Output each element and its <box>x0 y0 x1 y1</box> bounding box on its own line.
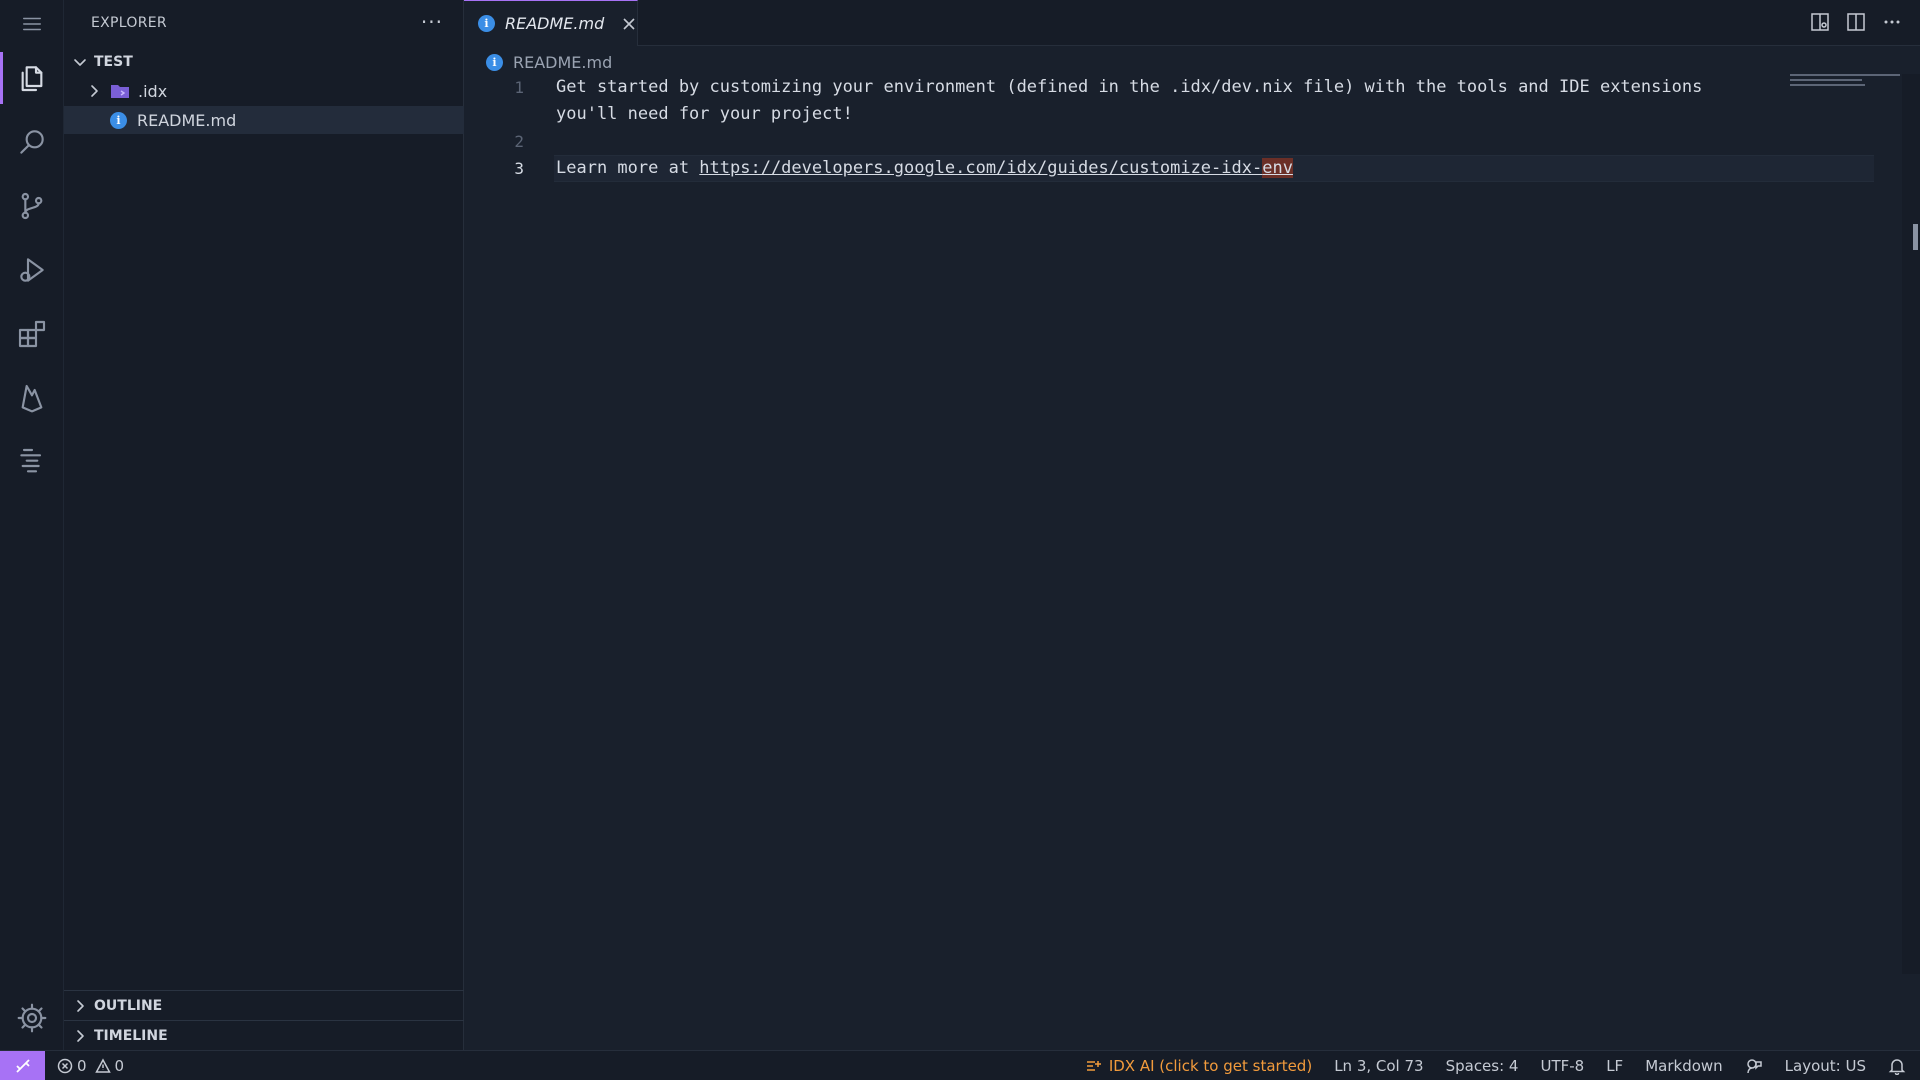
editor-line-wrapped: you'll need for your project! <box>464 101 1784 128</box>
problems-indicator[interactable]: 0 0 <box>57 1057 124 1075</box>
close-icon[interactable] <box>622 17 636 31</box>
files-icon <box>21 66 43 92</box>
keyboard-layout[interactable]: Layout: US <box>1785 1057 1866 1075</box>
activity-bar <box>0 0 64 1050</box>
end-of-line[interactable]: LF <box>1606 1057 1623 1075</box>
folder-icon <box>111 85 129 98</box>
info-file-icon: i <box>478 15 495 32</box>
info-file-icon: i <box>110 111 127 129</box>
tree-root-folder[interactable]: TEST <box>64 48 464 76</box>
panel-outline-label: OUTLINE <box>94 997 163 1014</box>
tab-label: README.md <box>505 14 605 33</box>
feedback-icon[interactable] <box>1745 1057 1763 1075</box>
more-actions-icon[interactable] <box>1882 12 1902 32</box>
chevron-right-icon <box>77 999 84 1012</box>
cursor-position[interactable]: Ln 3, Col 73 <box>1334 1057 1423 1075</box>
extensions-icon <box>18 320 46 348</box>
sidebar-title: EXPLORER <box>91 15 167 31</box>
gear-icon <box>17 1003 47 1033</box>
activity-source-control[interactable] <box>0 174 64 238</box>
chevron-right-icon <box>91 85 98 97</box>
encoding[interactable]: UTF-8 <box>1540 1057 1584 1075</box>
activity-explorer[interactable] <box>0 46 64 110</box>
indentation[interactable]: Spaces: 4 <box>1446 1057 1519 1075</box>
sidebar-header: EXPLORER ··· <box>64 0 463 46</box>
firebase-icon <box>21 384 43 413</box>
tree-item-label: .idx <box>138 81 168 101</box>
menu-button[interactable] <box>0 0 64 48</box>
remote-icon <box>15 1058 30 1073</box>
source-control-icon <box>21 192 43 220</box>
open-preview-icon[interactable] <box>1810 12 1830 32</box>
idx-ai-label: IDX AI (click to get started) <box>1108 1057 1313 1075</box>
activity-settings[interactable] <box>0 986 64 1050</box>
editor-line: 1 Get started by customizing your enviro… <box>464 74 1784 101</box>
line-text: you'll need for your project! <box>556 104 853 124</box>
docs-link-highlight: env <box>1262 158 1293 178</box>
breadcrumb-file[interactable]: README.md <box>513 53 612 72</box>
status-bar: 0 0 IDX AI (click to get started) Ln 3, … <box>0 1050 1920 1080</box>
tab-readme[interactable]: i README.md <box>464 0 638 46</box>
line-number: 3 <box>514 159 524 178</box>
warning-icon <box>94 1057 111 1073</box>
activity-run-debug[interactable] <box>0 238 64 302</box>
panel-outline[interactable]: OUTLINE <box>64 990 464 1020</box>
remote-indicator-button[interactable] <box>0 1050 45 1080</box>
editor-scrollbar[interactable] <box>1902 74 1920 974</box>
hamburger-menu-icon <box>23 17 41 31</box>
line-text: Learn more at https://developers.google.… <box>556 155 1293 182</box>
tree-item-label: README.md <box>137 110 237 130</box>
chevron-right-icon <box>77 1029 84 1042</box>
minimap[interactable] <box>1790 74 1902 94</box>
code-editor[interactable]: 1 Get started by customizing your enviro… <box>464 74 1904 1050</box>
sparkle-list-icon <box>1086 1061 1101 1071</box>
explorer-sidebar: EXPLORER ··· TEST .idx i README.md OUTLI… <box>64 0 464 1050</box>
search-icon <box>20 130 44 154</box>
split-editor-icon[interactable] <box>1846 12 1866 32</box>
editor-actions <box>1810 12 1902 32</box>
editor-line: 2 <box>464 128 1784 155</box>
idx-ai-button[interactable]: IDX AI (click to get started) <box>1085 1057 1312 1075</box>
status-right-items: IDX AI (click to get started) Ln 3, Col … <box>1085 1051 1906 1080</box>
sidebar-more-actions-button[interactable]: ··· <box>421 10 443 34</box>
error-count: 0 <box>77 1056 87 1075</box>
run-debug-icon <box>20 258 44 282</box>
line-prefix: Learn more at <box>556 158 700 178</box>
bell-icon[interactable] <box>1888 1057 1906 1075</box>
activity-extensions[interactable] <box>0 302 64 366</box>
docs-link-text: https://developers.google.com/idx/guides… <box>699 158 1263 178</box>
tree-item-idx-folder[interactable]: .idx <box>64 77 464 105</box>
root-folder-label: TEST <box>94 54 133 70</box>
scrollbar-thumb[interactable] <box>1913 224 1918 250</box>
error-icon <box>57 1058 73 1073</box>
line-text: Get started by customizing your environm… <box>556 77 1703 97</box>
docs-link[interactable]: https://developers.google.com/idx/guides… <box>699 158 1293 178</box>
tree-item-readme[interactable]: i README.md <box>64 106 464 134</box>
activity-search[interactable] <box>0 110 64 174</box>
line-number: 2 <box>514 132 524 151</box>
chevron-down-icon <box>74 59 86 66</box>
warning-count: 0 <box>114 1056 125 1075</box>
sidebar-bottom-panels: OUTLINE TIMELINE <box>64 990 464 1050</box>
activity-outline[interactable] <box>0 430 64 494</box>
list-tree-icon <box>20 448 42 473</box>
panel-timeline[interactable]: TIMELINE <box>64 1020 464 1050</box>
editor-tab-bar: i README.md <box>464 0 1920 46</box>
breadcrumb[interactable]: i README.md <box>486 50 612 74</box>
line-number: 1 <box>514 78 524 97</box>
panel-timeline-label: TIMELINE <box>94 1027 168 1044</box>
info-file-icon: i <box>486 53 503 71</box>
editor-line-current: 3 Learn more at https://developers.googl… <box>464 155 1784 182</box>
activity-firebase[interactable] <box>0 366 64 430</box>
language-mode[interactable]: Markdown <box>1645 1057 1722 1075</box>
